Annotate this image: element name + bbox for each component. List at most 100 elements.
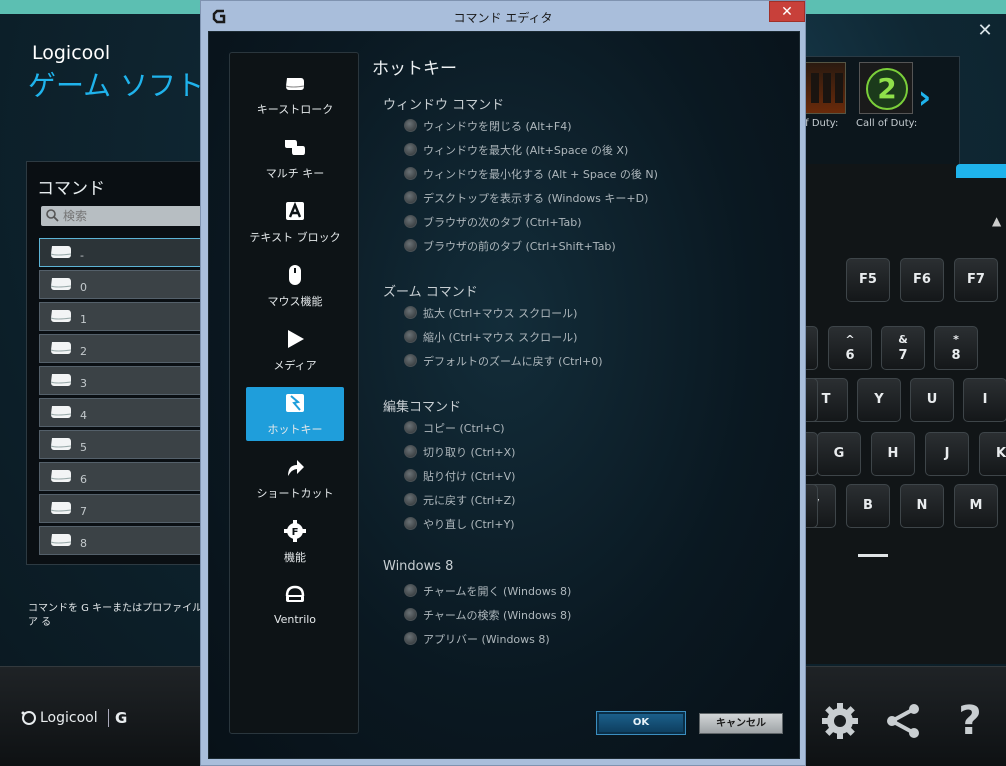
command-item-label: 8: [80, 537, 87, 550]
function-gear-icon: F: [283, 519, 307, 543]
game-thumbnail[interactable]: 2: [859, 62, 913, 114]
radio-button[interactable]: [404, 191, 417, 204]
hotkey-option-label: チャームを開く (Windows 8): [423, 585, 572, 598]
keystroke-icon: [48, 275, 74, 293]
radio-button[interactable]: [404, 306, 417, 319]
ok-button[interactable]: OK: [596, 711, 686, 735]
hotkey-option-label: 元に戻す (Ctrl+Z): [423, 494, 516, 507]
command-editor-dialog: コマンド エディタ ✕ キーストローク マルチ キーテキスト ブロック マウス機能メ…: [200, 0, 806, 766]
radio-button[interactable]: [404, 239, 417, 252]
command-item-label: 6: [80, 473, 87, 486]
keystroke-icon: [48, 243, 74, 261]
command-item-label: 7: [80, 505, 87, 518]
category-multikey[interactable]: マルチ キー: [246, 131, 344, 185]
command-help-text: コマンドを G キーまたはプロファイル ア る: [28, 603, 203, 628]
keyboard-key: Y: [857, 378, 901, 422]
radio-button[interactable]: [404, 469, 417, 482]
radio-button[interactable]: [404, 330, 417, 343]
category-hotkey[interactable]: ホットキー: [246, 387, 344, 441]
radio-button[interactable]: [404, 584, 417, 597]
key-shift-char: *: [953, 333, 959, 346]
radio-button[interactable]: [404, 445, 417, 458]
category-label: マウス機能: [267, 295, 323, 308]
keyboard-key: J: [925, 432, 969, 476]
command-item-label: 3: [80, 377, 87, 390]
radio-button[interactable]: [404, 167, 417, 180]
radio-button[interactable]: [404, 215, 417, 228]
command-list-item[interactable]: 5: [39, 430, 207, 459]
key-main-char: 8: [951, 348, 961, 363]
command-list-item[interactable]: 1: [39, 302, 207, 331]
search-input[interactable]: [63, 207, 203, 225]
category-label: ホットキー: [267, 423, 323, 436]
key-main-char: 7: [898, 348, 908, 363]
radio-button[interactable]: [404, 119, 417, 132]
game-thumbnail[interactable]: [804, 62, 846, 114]
key-shift-char: &: [898, 333, 908, 346]
g-logo-mark: G: [115, 709, 128, 727]
keyboard-key: N: [900, 484, 944, 528]
radio-button[interactable]: [404, 421, 417, 434]
radio-button[interactable]: [404, 354, 417, 367]
hotkey-option-label: ブラウザの次のタブ (Ctrl+Tab): [423, 216, 582, 229]
app-close-button[interactable]: ✕: [974, 20, 996, 42]
keyboard-key: ^ 6: [828, 326, 872, 370]
keyboard-key: H: [871, 432, 915, 476]
dialog-titlebar[interactable]: コマンド エディタ ✕: [201, 1, 805, 31]
keyboard-key: U: [910, 378, 954, 422]
category-key[interactable]: キーストローク: [246, 67, 344, 121]
keystroke-icon: [48, 499, 74, 517]
category-text-block[interactable]: テキスト ブロック: [246, 195, 344, 249]
settings-gear-icon[interactable]: [818, 699, 862, 743]
radio-button[interactable]: [404, 517, 417, 530]
category-label: テキスト ブロック: [249, 231, 341, 244]
hotkey-option-label: ウィンドウを最大化 (Alt+Space の後 X): [423, 144, 629, 157]
command-list-item[interactable]: 2: [39, 334, 207, 363]
keyboard-image: ▲ F5F6F7^6&7*8TYUIGHJKVBNM: [774, 164, 1006, 664]
category-label: ショートカット: [256, 487, 334, 500]
radio-button[interactable]: [404, 632, 417, 645]
hotkey-option-label: コピー (Ctrl+C): [423, 422, 505, 435]
help-question-icon[interactable]: ?: [948, 699, 992, 743]
play-icon: [283, 327, 307, 351]
mouse-icon: [283, 263, 307, 287]
command-list-item[interactable]: 4: [39, 398, 207, 427]
command-search[interactable]: [41, 206, 207, 226]
radio-button[interactable]: [404, 493, 417, 506]
chevron-right-icon[interactable]: ›: [918, 81, 931, 113]
category-function-gear[interactable]: F 機能: [246, 515, 344, 569]
hotkey-option-label: デフォルトのズームに戻す (Ctrl+0): [423, 355, 603, 368]
hotkey-option-label: アプリバー (Windows 8): [423, 633, 550, 646]
category-shortcut-arrow[interactable]: ショートカット: [246, 451, 344, 505]
command-list-item[interactable]: 3: [39, 366, 207, 395]
keyboard-key: K: [979, 432, 1006, 476]
footer-logo-text: Logicool: [40, 710, 98, 726]
cancel-button[interactable]: キャンセル: [699, 713, 783, 734]
command-panel-title: コマンド: [37, 179, 105, 199]
keyboard-key: I: [963, 378, 1006, 422]
radio-button[interactable]: [404, 143, 417, 156]
command-list-item[interactable]: 0: [39, 270, 207, 299]
category-play[interactable]: メディア: [246, 323, 344, 377]
keystroke-icon: [48, 435, 74, 453]
category-label: Ventrilo: [273, 613, 317, 626]
dialog-close-button[interactable]: ✕: [769, 1, 805, 22]
command-list-item[interactable]: 6: [39, 462, 207, 491]
share-icon[interactable]: [882, 699, 926, 743]
shortcut-arrow-icon: [283, 455, 307, 479]
group-heading: ズーム コマンド: [383, 285, 478, 300]
hotkey-option-label: チャームの検索 (Windows 8): [423, 609, 572, 622]
key-main-char: 6: [845, 348, 855, 363]
category-mouse[interactable]: マウス機能: [246, 259, 344, 313]
command-list-item[interactable]: -: [39, 238, 207, 267]
keyboard-key: F5: [846, 258, 890, 302]
radio-button[interactable]: [404, 608, 417, 621]
game-profiles-strip: of Duty: 2 Call of Duty:: [799, 56, 960, 168]
group-heading: Windows 8: [383, 559, 454, 574]
category-ventrilo-headset[interactable]: Ventrilo: [246, 579, 344, 633]
keyboard-key: F7: [954, 258, 998, 302]
command-list-item[interactable]: 8: [39, 526, 207, 555]
command-list-item[interactable]: 7: [39, 494, 207, 523]
command-panel: コマンド - 0 1 2 3 4 5 6 7 8: [26, 161, 207, 565]
keyboard-indicator: [858, 554, 888, 557]
